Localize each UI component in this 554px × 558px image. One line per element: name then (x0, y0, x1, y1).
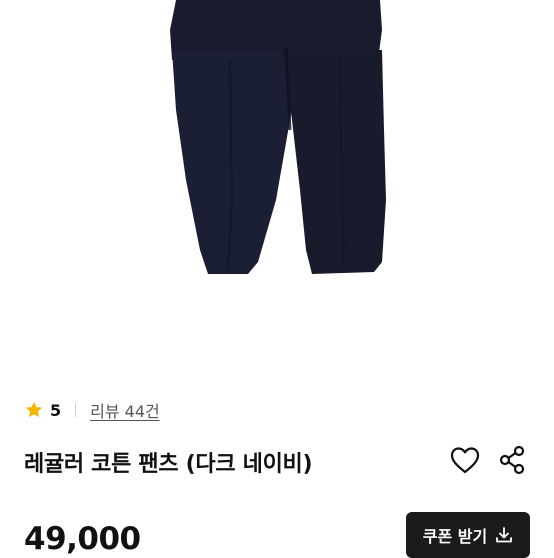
product-title: 레귤러 코튼 팬츠 (다크 네이비) (24, 452, 313, 477)
divider (75, 403, 77, 417)
coupon-button-label: 쿠폰 받기 (422, 527, 488, 546)
product-image[interactable] (0, 0, 554, 378)
rating-row: 5 리뷰 44건 (24, 398, 160, 422)
heart-icon (450, 447, 480, 474)
star-icon (25, 401, 43, 418)
product-price: 49,000 (24, 521, 141, 557)
rating-score: 5 (50, 400, 62, 420)
wishlist-button[interactable] (447, 442, 483, 478)
reviews-link[interactable]: 리뷰 44건 (90, 398, 160, 422)
share-icon (499, 445, 525, 475)
share-button[interactable] (494, 442, 530, 478)
coupon-download-button[interactable]: 쿠폰 받기 (406, 512, 530, 558)
download-icon (496, 527, 513, 543)
navy-pants-photo (170, 0, 386, 274)
